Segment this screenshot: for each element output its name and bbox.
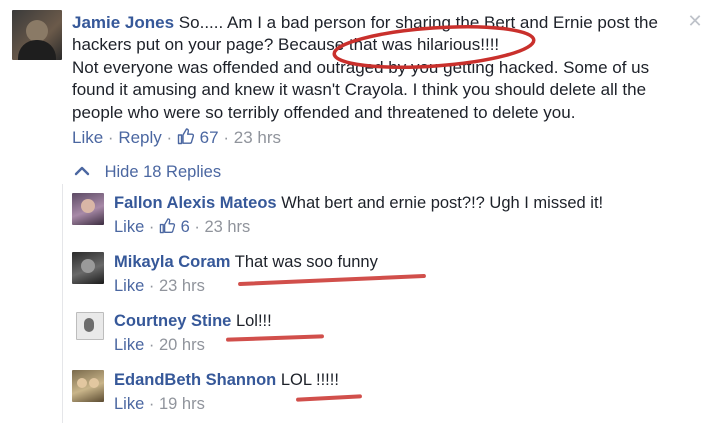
chevron-up-icon — [74, 166, 90, 176]
separator: · — [148, 336, 155, 354]
annotation-underline — [225, 334, 325, 342]
like-link[interactable]: Like — [114, 277, 144, 295]
thumbs-up-icon — [159, 218, 176, 234]
comment-author-jamie-jones[interactable]: Jamie Jones — [72, 13, 174, 32]
like-count-value: 67 — [199, 128, 219, 147]
timestamp[interactable]: 23 hrs — [234, 128, 281, 147]
avatar-jamie-jones[interactable] — [12, 10, 62, 60]
main-comment-actions: Like · Reply · 67 · 23 hrs — [72, 127, 281, 148]
separator: · — [107, 128, 114, 147]
reply-text: That was soo funny — [234, 253, 378, 271]
reply-link[interactable]: Reply — [118, 128, 161, 147]
separator: · — [166, 128, 173, 147]
separator: · — [194, 218, 200, 236]
like-link[interactable]: Like — [114, 218, 144, 236]
reply-author[interactable]: Mikayla Coram — [114, 253, 230, 271]
reply-mikayla: Mikayla Coram That was soo funny — [114, 252, 378, 272]
reply-text: What bert and ernie post?!? Ugh I missed… — [281, 194, 604, 212]
reply-actions: Like · 19 hrs — [114, 394, 205, 414]
reply-author[interactable]: EdandBeth Shannon — [114, 371, 276, 389]
like-link[interactable]: Like — [114, 336, 144, 354]
hide-replies-label: Hide 18 Replies — [104, 163, 222, 181]
annotation-underline — [295, 394, 363, 402]
annotation-underline — [238, 273, 426, 287]
like-count[interactable]: 6 — [159, 218, 194, 236]
separator: · — [148, 277, 155, 295]
reply-text: Lol!!! — [235, 312, 272, 330]
reply-actions: Like · 23 hrs — [114, 276, 205, 296]
like-count[interactable]: 67 — [177, 128, 223, 147]
reply-edandbeth: EdandBeth Shannon LOL !!!!! — [114, 370, 339, 390]
reply-actions: Like · 20 hrs — [114, 335, 205, 355]
reply-fallon: Fallon Alexis Mateos What bert and ernie… — [114, 193, 603, 213]
like-link[interactable]: Like — [72, 128, 103, 147]
timestamp[interactable]: 19 hrs — [159, 395, 205, 413]
like-count-value: 6 — [180, 218, 190, 236]
reply-author[interactable]: Fallon Alexis Mateos — [114, 194, 277, 212]
avatar-edandbeth[interactable] — [72, 370, 104, 402]
separator: · — [223, 128, 229, 147]
separator: · — [148, 395, 155, 413]
reply-courtney: Courtney Stine Lol!!! — [114, 311, 272, 331]
avatar-mikayla[interactable] — [72, 252, 104, 284]
reply-actions: Like · 6 · 23 hrs — [114, 217, 250, 237]
annotation-circle — [332, 25, 536, 69]
avatar-fallon[interactable] — [72, 193, 104, 225]
replies-thread-line — [62, 184, 63, 423]
timestamp[interactable]: 23 hrs — [159, 277, 205, 295]
hide-replies-toggle[interactable]: Hide 18 Replies — [74, 162, 221, 182]
thumbs-up-icon — [177, 128, 195, 145]
timestamp[interactable]: 20 hrs — [159, 336, 205, 354]
avatar-courtney[interactable] — [76, 312, 104, 340]
reply-author[interactable]: Courtney Stine — [114, 312, 231, 330]
separator: · — [148, 218, 155, 236]
timestamp[interactable]: 23 hrs — [204, 218, 250, 236]
like-link[interactable]: Like — [114, 395, 144, 413]
reply-text: LOL !!!!! — [280, 371, 339, 389]
